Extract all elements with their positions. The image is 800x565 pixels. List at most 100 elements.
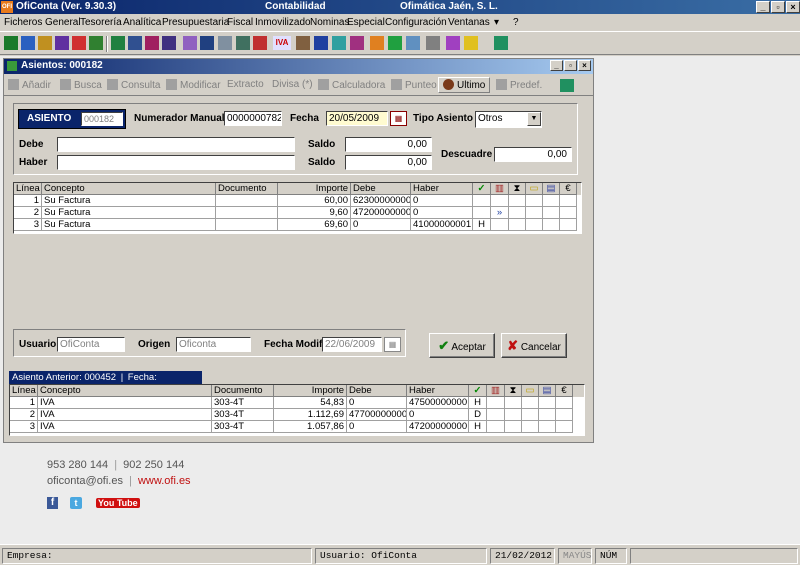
table-row[interactable]: 1 IVA 303-4T 54,83 0 47500000000 H [10, 397, 584, 409]
ultimo-button[interactable]: Ultimo [438, 77, 491, 93]
coins-icon[interactable] [236, 36, 250, 50]
cell-importe: 60,00 [278, 195, 351, 207]
facebook-icon[interactable]: f [47, 497, 58, 509]
menu-ficheros[interactable]: Ficheros [4, 17, 42, 28]
menu-ventanas[interactable]: Ventanas [448, 17, 490, 28]
debe-field[interactable] [57, 137, 295, 152]
edit-icon[interactable] [21, 36, 35, 50]
exit-window-button[interactable] [560, 79, 577, 93]
twitter-icon[interactable]: t [70, 497, 82, 509]
transfer-icon[interactable] [314, 36, 328, 50]
bulb-icon[interactable] [464, 36, 478, 50]
consulta-button[interactable]: Consulta [107, 79, 160, 91]
folder-icon[interactable] [145, 36, 159, 50]
anadir-button[interactable]: Añadir [8, 79, 51, 91]
check-pen-icon[interactable] [253, 36, 267, 50]
document-icon[interactable] [183, 36, 197, 50]
ledger-icon[interactable] [111, 36, 125, 50]
exit-icon[interactable] [494, 36, 508, 50]
calendar-icon[interactable]: ▦ [390, 111, 407, 126]
table-row[interactable]: 1 Su Factura 60,00 62300000000 0 [14, 195, 581, 207]
punteo-button[interactable]: Punteo [391, 79, 437, 91]
child-restore-button[interactable]: ▫ [564, 60, 577, 71]
descuadre-field: 0,00 [494, 147, 572, 162]
previous-entry-tab[interactable]: Asiento Anterior: 000452 | Fecha: 31/12/… [9, 371, 202, 396]
close-button[interactable]: × [786, 1, 800, 13]
divisa-button[interactable]: Divisa (*) [272, 79, 313, 90]
table-row[interactable]: 2 IVA 303-4T 1.112,69 47700000000 0 D [10, 409, 584, 421]
busca-button[interactable]: Busca [60, 79, 102, 91]
table-row[interactable]: 3 Su Factura 69,60 0 41000000001 H [14, 219, 581, 231]
cell-extra[interactable]: » [491, 207, 509, 219]
menu-help[interactable]: ? [513, 17, 519, 28]
cell-empty [509, 207, 526, 219]
fecha-field[interactable]: 20/05/2009 [326, 111, 388, 126]
hourglass-icon[interactable] [296, 36, 310, 50]
cell-debe: 0 [347, 397, 407, 409]
web-link[interactable]: www.ofi.es [138, 475, 191, 487]
numerador-field[interactable]: 0000000782 [224, 111, 282, 126]
menu-especial[interactable]: Especial [347, 17, 385, 28]
aceptar-button[interactable]: ✔ Aceptar [429, 333, 495, 358]
cloud-icon[interactable] [218, 36, 232, 50]
haber-field[interactable] [57, 155, 295, 170]
previous-lines-grid[interactable]: Línea Concepto Documento Importe Debe Ha… [9, 384, 585, 436]
previous-asiento-label: Asiento Anterior: 000452 [12, 372, 117, 383]
menu-inmovilizado[interactable]: Inmovilizado [255, 17, 311, 28]
modificar-button[interactable]: Modificar [166, 79, 221, 91]
cell-flag: H [469, 421, 487, 433]
house-icon[interactable] [370, 36, 384, 50]
euro-icon: € [560, 183, 577, 195]
menu-more-chevron-icon[interactable]: ▾ [494, 17, 499, 28]
menu-tesoreria[interactable]: Tesorería [80, 17, 122, 28]
extracto-button[interactable]: Extracto [227, 79, 264, 90]
youtube-icon[interactable]: You Tube [94, 497, 142, 509]
wrench-icon[interactable] [406, 36, 420, 50]
iva-icon[interactable]: IVA [273, 36, 291, 50]
child-close-button[interactable]: × [578, 60, 591, 71]
child-minimize-button[interactable]: _ [550, 60, 563, 71]
col-linea: Línea [10, 385, 38, 397]
help-icon[interactable] [446, 36, 460, 50]
chevron-down-icon[interactable]: ▼ [527, 112, 541, 126]
table-row[interactable]: 2 Su Factura 9,60 47200000000 0 » [14, 207, 581, 219]
bank-icon[interactable] [350, 36, 364, 50]
card-icon[interactable] [162, 36, 176, 50]
predef-label: Predef. [510, 80, 543, 91]
col-documento: Documento [216, 183, 278, 195]
calculadora-label: Calculadora [332, 80, 386, 91]
menu-analitica[interactable]: Analítica [123, 17, 161, 28]
tools-icon[interactable] [89, 36, 103, 50]
book-icon[interactable] [72, 36, 86, 50]
building-icon[interactable] [388, 36, 402, 50]
tipo-asiento-select[interactable]: Otros ▼ [475, 111, 542, 128]
email-link[interactable]: oficonta@ofi.es [47, 475, 123, 487]
menu-fiscal[interactable]: Fiscal [227, 17, 253, 28]
tree-icon[interactable] [38, 36, 52, 50]
menu-presupuestaria[interactable]: Presupuestaria [162, 17, 229, 28]
grid-icon[interactable] [128, 36, 142, 50]
printer-icon[interactable] [426, 36, 440, 50]
col-importe: Importe [278, 183, 351, 195]
cell-haber: 0 [407, 409, 469, 421]
menu-general[interactable]: General [45, 17, 81, 28]
table-row[interactable]: 3 IVA 303-4T 1.057,86 0 47200000000 H [10, 421, 584, 433]
minimize-button[interactable]: _ [756, 1, 770, 13]
lines-grid[interactable]: Línea Concepto Documento Importe Debe Ha… [13, 182, 582, 234]
col-importe: Importe [274, 385, 347, 397]
lines-grid-header: Línea Concepto Documento Importe Debe Ha… [14, 183, 581, 195]
calculadora-button[interactable]: Calculadora [318, 79, 385, 91]
menu-nominas[interactable]: Nominas [310, 17, 349, 28]
restore-button[interactable]: ▫ [771, 1, 785, 13]
exchange-icon[interactable] [332, 36, 346, 50]
status-bar: Empresa: Usuario: OfiConta 21/02/2012 MA… [0, 544, 800, 565]
calc-icon[interactable] [4, 36, 18, 50]
chart-icon[interactable] [55, 36, 69, 50]
cancelar-button[interactable]: ✘ Cancelar [501, 333, 567, 358]
menu-configuracion[interactable]: Configuración [385, 17, 447, 28]
open-book-icon[interactable] [200, 36, 214, 50]
predef-button[interactable]: Predef. [496, 79, 542, 91]
cell-empty [543, 207, 560, 219]
cell-linea: 2 [14, 207, 42, 219]
folder-col-icon: ▭ [522, 385, 539, 397]
